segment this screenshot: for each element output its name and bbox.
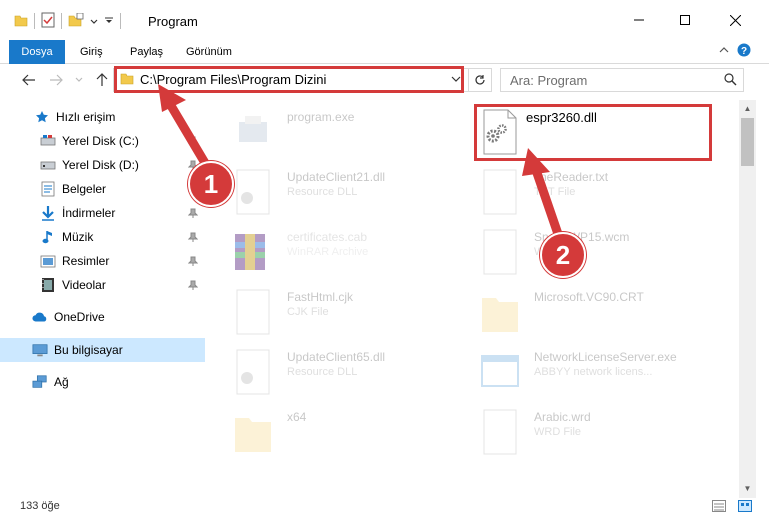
arrow-2: [522, 148, 563, 239]
item-count: 133 öğe: [20, 500, 60, 512]
status-bar: [0, 498, 769, 532]
arrow-1: [158, 84, 213, 173]
details-view-icon[interactable]: [712, 500, 726, 512]
callout-step-1: 1: [188, 161, 234, 207]
callout-step-2: 2: [540, 232, 586, 278]
large-icons-view-icon[interactable]: [738, 500, 752, 512]
annotation-arrows: [158, 84, 563, 239]
